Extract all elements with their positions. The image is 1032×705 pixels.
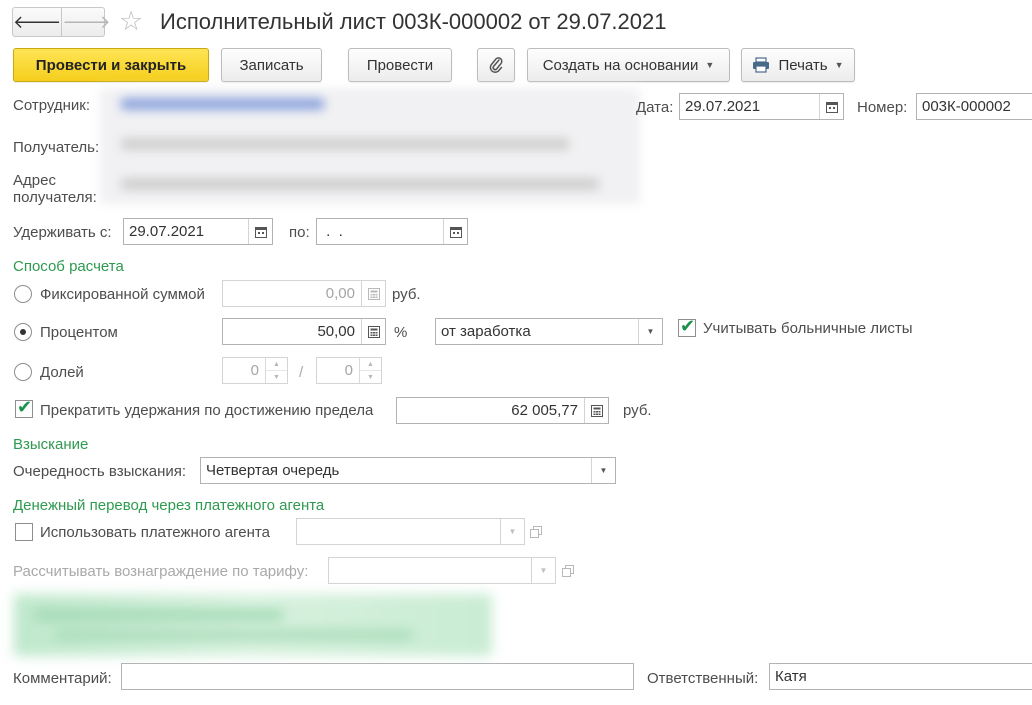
calculator-icon[interactable] (361, 281, 385, 306)
fixed-sum-unit: руб. (392, 286, 421, 303)
checkmark-icon: ✔ (680, 316, 696, 336)
attach-button[interactable] (477, 48, 515, 82)
caret-down-icon: ▼ (705, 60, 715, 70)
withhold-from-label: Удерживать с: (13, 224, 112, 241)
print-label: Печать (778, 56, 828, 74)
withhold-to-value: . . (322, 223, 343, 240)
fixed-sum-field[interactable]: 0,00 (222, 280, 386, 307)
tariff-select[interactable]: ▼ (328, 557, 556, 584)
address-label-line1: Адрес (13, 172, 56, 189)
employee-label: Сотрудник: (13, 97, 91, 114)
number-value: 003К-000002 (922, 98, 1011, 115)
limit-unit: руб. (623, 402, 652, 419)
number-field[interactable]: 003К-000002 (916, 93, 1032, 120)
calendar-icon[interactable] (248, 219, 272, 244)
dropdown-arrow-icon[interactable]: ▼ (591, 458, 615, 483)
use-agent-label: Использовать платежного агента (40, 524, 270, 541)
create-based-on-label: Создать на основании (542, 56, 699, 74)
number-label: Номер: (857, 99, 908, 116)
share-denominator-field[interactable]: 0 ▲ ▼ (316, 357, 382, 384)
post-button[interactable]: Провести (348, 48, 452, 82)
calculator-icon[interactable] (361, 319, 385, 344)
collection-section-title: Взыскание (13, 436, 89, 453)
share-numerator-field[interactable]: 0 ▲ ▼ (222, 357, 288, 384)
withhold-to-label: по: (289, 224, 310, 241)
open-tariff-icon[interactable] (557, 557, 579, 584)
address-label-line2: получателя: (13, 189, 97, 206)
address-label: Адрес получателя: (13, 172, 97, 206)
collection-order-label: Очередность взыскания: (13, 463, 187, 480)
spinner-icon[interactable]: ▲ ▼ (265, 358, 287, 383)
paperclip-icon (489, 57, 503, 73)
share-denominator-value: 0 (344, 362, 353, 379)
use-agent-checkbox[interactable] (15, 523, 33, 541)
limit-value: 62 005,77 (511, 402, 578, 419)
post-and-close-button[interactable]: Провести и закрыть (13, 48, 209, 82)
checkmark-icon: ✔ (17, 397, 33, 417)
radio-percent[interactable] (14, 323, 32, 341)
calendar-icon[interactable] (819, 94, 843, 119)
sick-leave-label: Учитывать больничные листы (703, 320, 913, 337)
percent-value: 50,00 (317, 323, 355, 340)
date-field[interactable]: 29.07.2021 (679, 93, 844, 120)
favorite-star-icon[interactable]: ☆ (119, 6, 143, 36)
create-based-on-button[interactable]: Создать на основании ▼ (527, 48, 730, 82)
recipient-label: Получатель: (13, 139, 100, 156)
responsible-label: Ответственный: (647, 670, 759, 687)
agent-select[interactable]: ▼ (296, 518, 525, 545)
share-slash: / (299, 364, 304, 381)
share-label: Долей (40, 364, 84, 381)
withhold-to-field[interactable]: . . (316, 218, 468, 245)
spinner-icon[interactable]: ▲ ▼ (359, 358, 381, 383)
limit-checkbox[interactable]: ✔ (15, 397, 33, 418)
responsible-field[interactable]: Катя (769, 663, 1032, 690)
dropdown-arrow-icon[interactable]: ▼ (638, 319, 662, 344)
redacted-area (100, 88, 640, 204)
limit-label: Прекратить удержания по достижению преде… (40, 402, 374, 419)
collection-order-value: Четвертая очередь (206, 462, 340, 479)
withhold-from-value: 29.07.2021 (129, 223, 205, 240)
percent-base-select[interactable]: от заработка ▼ (435, 318, 663, 345)
percent-label: Процентом (40, 324, 118, 341)
sick-leave-checkbox[interactable]: ✔ (678, 316, 696, 337)
percent-base-value: от заработка (441, 323, 531, 340)
printer-icon (753, 57, 770, 73)
transfer-section-title: Денежный перевод через платежного агента (13, 497, 325, 514)
date-value: 29.07.2021 (685, 98, 761, 115)
withhold-from-field[interactable]: 29.07.2021 (123, 218, 273, 245)
collection-order-select[interactable]: Четвертая очередь ▼ (200, 457, 616, 484)
page-title: Исполнительный лист 003К-000002 от 29.07… (160, 9, 667, 34)
forward-arrow-icon[interactable]: 🡒 (62, 8, 110, 36)
comment-label: Комментарий: (13, 670, 112, 687)
nav-buttons: 🡐 🡒 (12, 7, 111, 37)
dropdown-arrow-icon[interactable]: ▼ (531, 558, 555, 583)
dropdown-arrow-icon[interactable]: ▼ (500, 519, 524, 544)
limit-field[interactable]: 62 005,77 (396, 397, 609, 424)
responsible-value: Катя (775, 668, 807, 685)
fixed-sum-label: Фиксированной суммой (40, 286, 205, 303)
caret-down-icon: ▼ (834, 60, 844, 70)
print-button[interactable]: Печать ▼ (741, 48, 855, 82)
radio-share[interactable] (14, 363, 32, 381)
percent-unit: % (394, 324, 408, 341)
open-agent-icon[interactable] (525, 518, 547, 545)
date-label: Дата: (636, 99, 674, 116)
calc-method-section-title: Способ расчета (13, 258, 124, 275)
percent-field[interactable]: 50,00 (222, 318, 386, 345)
calculator-icon[interactable] (584, 398, 608, 423)
save-button[interactable]: Записать (221, 48, 322, 82)
back-arrow-icon[interactable]: 🡐 (13, 8, 63, 36)
radio-fixed-sum[interactable] (14, 285, 32, 303)
share-numerator-value: 0 (250, 362, 259, 379)
redacted-area (14, 594, 492, 656)
calendar-icon[interactable] (443, 219, 467, 244)
tariff-label: Рассчитывать вознаграждение по тарифу: (13, 563, 309, 580)
comment-field[interactable] (121, 663, 634, 690)
fixed-sum-value: 0,00 (325, 285, 355, 302)
